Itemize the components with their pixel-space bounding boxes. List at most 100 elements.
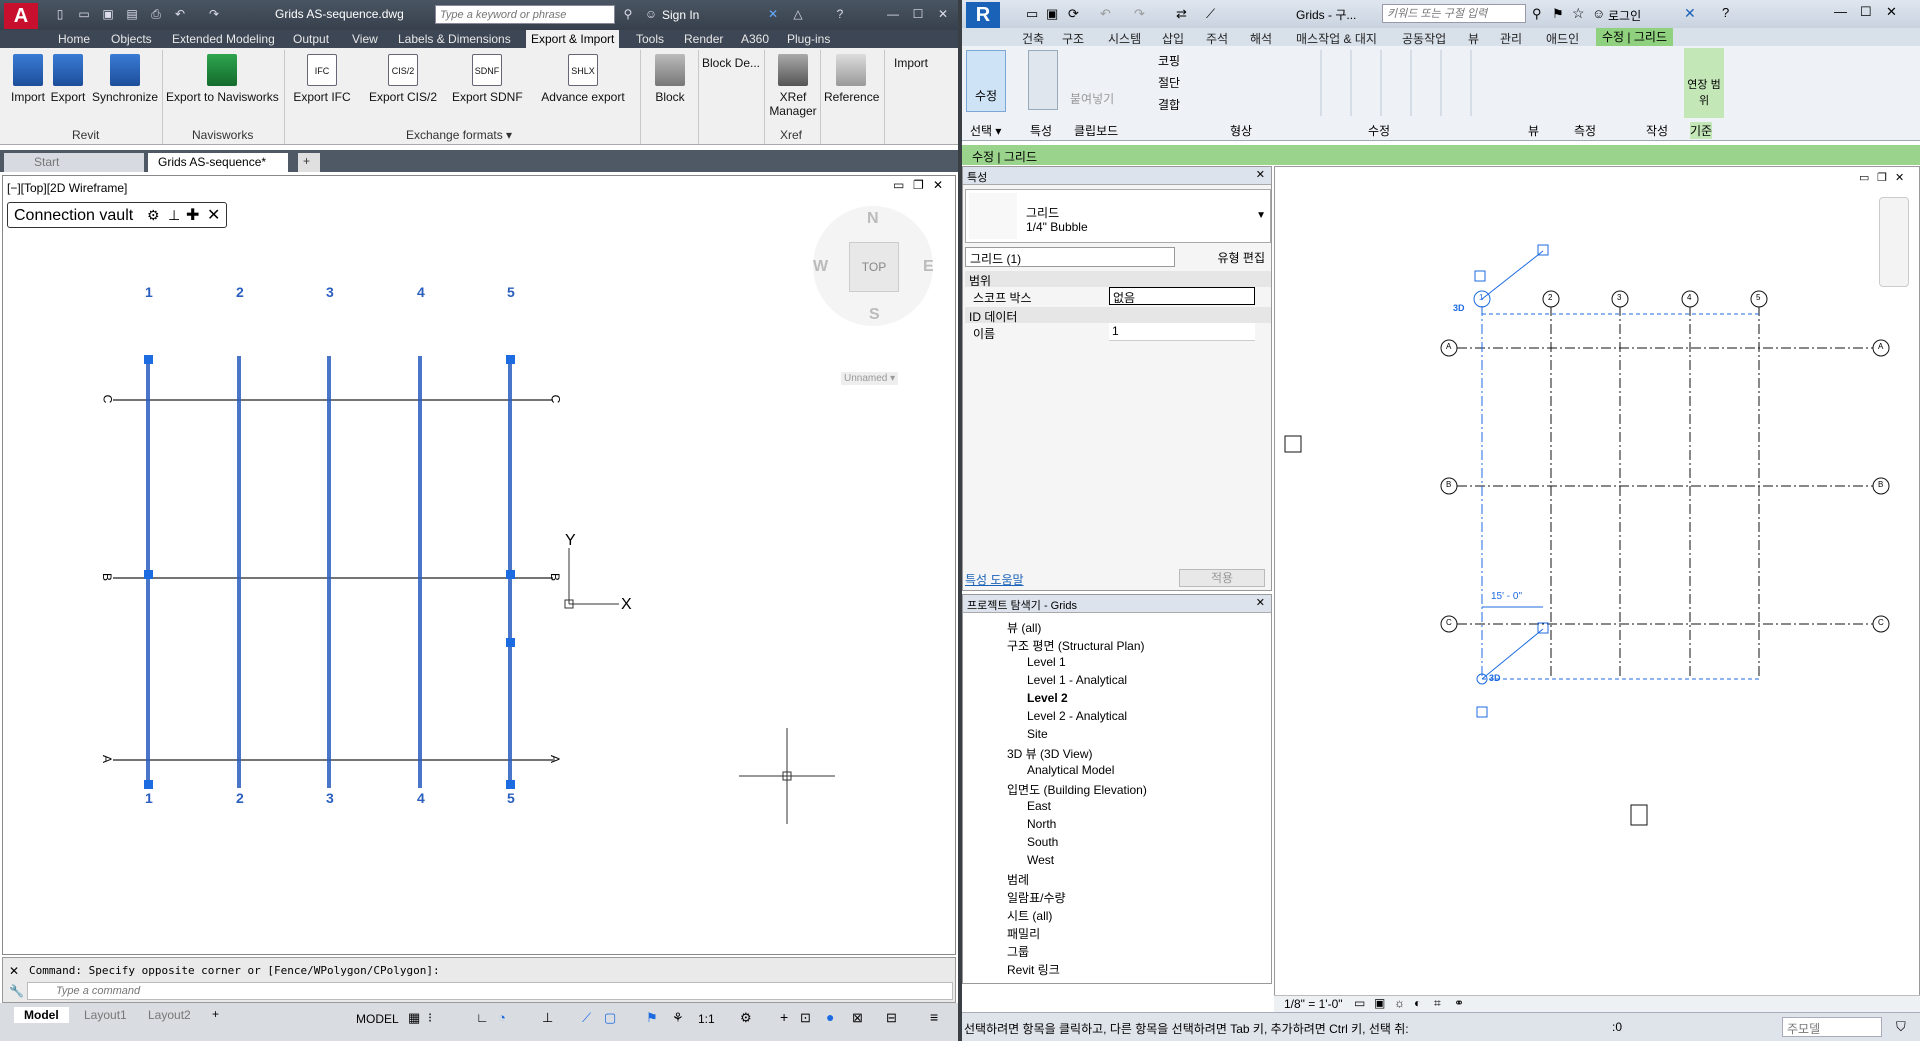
redo-icon[interactable]: ↷ xyxy=(206,6,222,22)
undo-icon[interactable]: ↶ xyxy=(172,6,188,22)
detail-level-icon[interactable]: ▭ xyxy=(1354,996,1365,1010)
import-panel-button[interactable]: Import xyxy=(890,56,932,70)
tree-north[interactable]: North xyxy=(1027,817,1056,831)
category-extents[interactable]: 범위 xyxy=(965,271,1271,288)
layout-tab-layout1[interactable]: Layout1 xyxy=(76,1007,135,1023)
tab-tools[interactable]: Tools xyxy=(636,32,664,46)
type-dropdown-icon[interactable]: ▼ xyxy=(1256,210,1266,221)
user-icon[interactable]: ☺ xyxy=(643,6,659,22)
isodraft-icon[interactable]: ⟋ xyxy=(582,1010,591,1026)
instance-filter[interactable]: 그리드 (1) xyxy=(965,247,1175,267)
temp-hide-icon[interactable]: ⚭ xyxy=(1454,996,1464,1010)
tree-level-1[interactable]: Level 1 xyxy=(1027,655,1066,669)
shadows-icon[interactable]: ◐ xyxy=(1414,996,1421,1010)
tree-analytical-model[interactable]: Analytical Model xyxy=(1027,763,1114,777)
ortho-icon[interactable]: ∟ xyxy=(476,1010,489,1025)
revit-subscription-icon[interactable]: ⚑ xyxy=(1552,6,1564,22)
print-icon[interactable]: ⎙ xyxy=(148,6,164,22)
tree-level-2[interactable]: Level 2 xyxy=(1027,691,1068,705)
edit-type-button[interactable]: 유형 편집 xyxy=(1179,247,1269,267)
temporary-dimension[interactable]: 15' - 0" xyxy=(1491,591,1522,602)
revit-help-icon[interactable]: ? xyxy=(1722,5,1729,20)
tab-extended-modeling[interactable]: Extended Modeling xyxy=(172,32,275,46)
category-identity[interactable]: ID 데이터 xyxy=(965,307,1271,324)
tab-export-import[interactable]: Export & Import xyxy=(526,30,620,48)
tab-architecture[interactable]: 건축 xyxy=(1022,30,1044,47)
binoculars-icon[interactable]: ⚲ xyxy=(620,6,636,22)
export-navisworks-button[interactable]: Export to Navisworks xyxy=(166,54,279,104)
tree-west[interactable]: West xyxy=(1027,853,1054,867)
modify-tools-grid[interactable] xyxy=(1292,50,1492,116)
paste-label[interactable]: 붙여넣기 xyxy=(1070,90,1114,107)
label-3d-top[interactable]: 3D xyxy=(1453,303,1465,313)
revit-close-icon[interactable]: ✕ xyxy=(1886,4,1897,20)
grid-display-icon[interactable]: ▦ xyxy=(408,1010,420,1026)
clean-screen-icon[interactable]: ⊠ xyxy=(852,1010,863,1026)
tab-insert[interactable]: 삽입 xyxy=(1162,30,1184,47)
revit-binoculars-icon[interactable]: ⚲ xyxy=(1532,6,1542,22)
tree-schedules[interactable]: 일람표/수량 xyxy=(1007,889,1066,906)
tab-objects[interactable]: Objects xyxy=(111,32,152,46)
snap-icon[interactable]: ⁝ xyxy=(428,1010,432,1026)
tab-annotate[interactable]: 주석 xyxy=(1206,30,1228,47)
annotation-visibility-icon[interactable]: ⚑ xyxy=(646,1010,658,1026)
tree-level-1-analytical[interactable]: Level 1 - Analytical xyxy=(1027,673,1127,687)
a360-icon[interactable]: △ xyxy=(790,6,806,22)
model-space-button[interactable]: MODEL xyxy=(356,1012,399,1026)
block-definition-button[interactable]: Block De... xyxy=(702,56,760,70)
revit-redo-icon[interactable]: ↷ xyxy=(1134,6,1145,22)
autocad-search-input[interactable] xyxy=(435,5,615,24)
add-icon[interactable]: + xyxy=(780,1009,788,1025)
command-input[interactable] xyxy=(27,982,953,1000)
autocad-app-button[interactable]: A xyxy=(4,3,38,29)
help-icon[interactable]: ? xyxy=(832,6,848,22)
tab-home[interactable]: Home xyxy=(58,32,90,46)
cut-button[interactable]: 절단 xyxy=(1158,74,1180,91)
command-customize-icon[interactable]: 🔧 xyxy=(9,984,24,998)
browser-close-icon[interactable]: ✕ xyxy=(1256,596,1265,609)
select-dropdown[interactable]: 선택 ▾ xyxy=(970,122,1001,139)
revit-sync-icon[interactable]: ⟳ xyxy=(1068,6,1079,22)
export-ifc-button[interactable]: IFC Export IFC xyxy=(292,54,352,104)
extend-range-button[interactable]: 연장 범위 xyxy=(1684,48,1724,118)
tree-level-2-analytical[interactable]: Level 2 - Analytical xyxy=(1027,709,1127,723)
tab-structure[interactable]: 구조 xyxy=(1062,30,1084,47)
tree-3d-view[interactable]: 3D 뷰 (3D View) xyxy=(1007,745,1093,762)
revit-favorite-icon[interactable]: ☆ xyxy=(1572,5,1585,22)
tab-render[interactable]: Render xyxy=(684,32,723,46)
properties-help-link[interactable]: 특성 도움말 xyxy=(965,571,1024,588)
revit-dimension-icon[interactable]: ⟋ xyxy=(1206,6,1215,22)
doc-tab-grids[interactable]: Grids AS-sequence* xyxy=(148,153,288,172)
tab-view[interactable]: View xyxy=(352,32,378,46)
tree-east[interactable]: East xyxy=(1027,799,1051,813)
revit-minimize-icon[interactable]: — xyxy=(1834,4,1847,19)
revit-measure-icon[interactable]: ⇄ xyxy=(1176,6,1187,22)
reference-button[interactable]: Reference xyxy=(824,54,879,104)
quick-props-icon[interactable]: ⊟ xyxy=(886,1010,897,1026)
cope-button[interactable]: 코핑 xyxy=(1158,52,1180,69)
polar-icon[interactable]: ◔ xyxy=(498,1010,506,1025)
export-sdnf-button[interactable]: SDNF Export SDNF xyxy=(452,54,523,104)
tree-groups[interactable]: 그룹 xyxy=(1007,943,1029,960)
tab-collaborate[interactable]: 공동작업 xyxy=(1402,30,1446,47)
synchronize-button[interactable]: Synchronize xyxy=(92,54,158,104)
type-selector[interactable]: 그리드 1/4" Bubble ▼ xyxy=(965,189,1271,243)
new-icon[interactable]: ▯ xyxy=(52,6,68,22)
tree-sheets[interactable]: 시트 (all) xyxy=(1007,907,1052,924)
revit-undo-icon[interactable]: ↶ xyxy=(1100,6,1111,22)
minimize-icon[interactable]: — xyxy=(885,6,901,22)
modify-button[interactable]: 수정 xyxy=(966,50,1006,112)
tab-a360[interactable]: A360 xyxy=(741,32,769,46)
xref-manager-button[interactable]: XRef Manager xyxy=(768,54,818,118)
exchange-icon[interactable]: ✕ xyxy=(765,6,781,22)
properties-close-icon[interactable]: ✕ xyxy=(1256,168,1265,181)
layout-tab-layout2[interactable]: Layout2 xyxy=(140,1007,199,1023)
scope-box-value[interactable]: 없음 xyxy=(1109,287,1255,305)
doc-tab-start[interactable]: Start xyxy=(4,153,144,172)
advance-export-button[interactable]: SHLX Advance export xyxy=(540,54,626,104)
visual-style-icon[interactable]: ▣ xyxy=(1374,996,1385,1010)
selection-cycle-icon[interactable]: ▢ xyxy=(604,1010,616,1026)
annotation-scale-icon[interactable]: ⚘ xyxy=(672,1010,684,1026)
revit-maximize-icon[interactable]: ☐ xyxy=(1860,4,1872,20)
customization-icon[interactable]: ≡ xyxy=(930,1009,938,1025)
